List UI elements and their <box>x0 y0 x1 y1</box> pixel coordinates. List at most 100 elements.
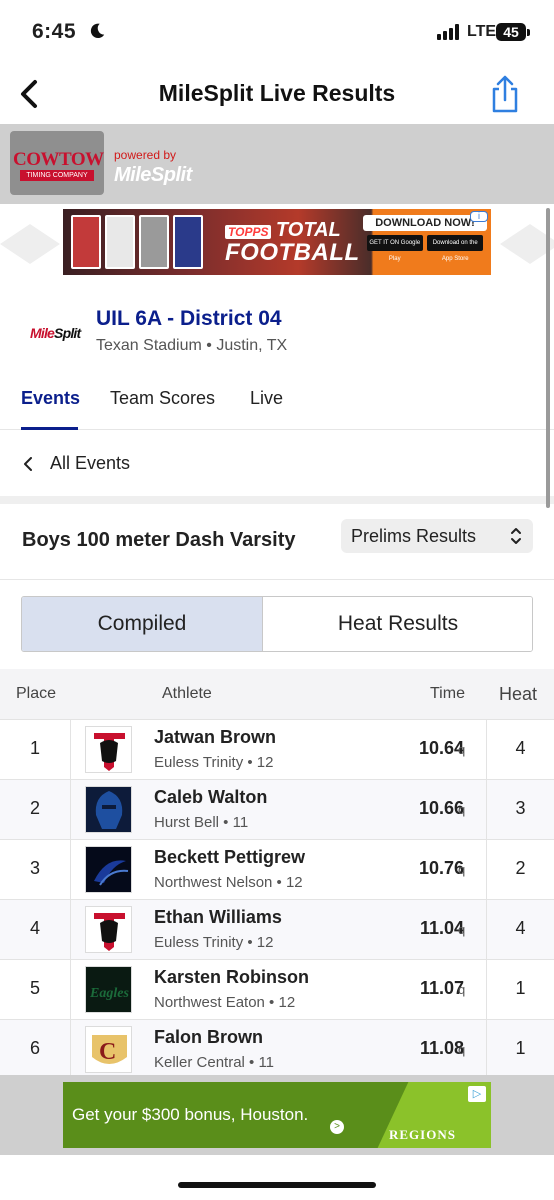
all-events-link[interactable]: All Events <box>0 430 554 496</box>
cell-place: 2 <box>29 798 40 818</box>
table-row[interactable]: 4 Ethan Williams Euless Trinity • 12 11.04 q… <box>0 899 554 960</box>
trojan-helmet-icon <box>85 906 132 953</box>
all-events-label: All Events <box>50 453 131 473</box>
nav-bar: MileSplit Live Results <box>0 66 554 124</box>
ad-download-block: DOWNLOAD NOW! GET IT ON Google Play Down… <box>363 215 487 265</box>
page-title: MileSplit Live Results <box>158 80 396 106</box>
cowtown-logo-text: COWTOWN <box>13 149 104 170</box>
segment-heat-results[interactable]: Heat Results <box>263 597 532 651</box>
ad-download-cta[interactable]: DOWNLOAD NOW! <box>363 215 487 231</box>
segment-compiled[interactable]: Compiled <box>22 597 263 651</box>
athlete-name[interactable]: Ethan Williams <box>154 907 282 928</box>
table-row[interactable]: 6 C Falon Brown Keller Central • 11 11.08 q 1 <box>0 1019 554 1075</box>
network-label: LTE <box>467 23 497 40</box>
qualifier-mark: q <box>458 802 466 817</box>
header-place: Place <box>16 685 57 702</box>
topps-ad[interactable]: TOPPS TOTAL FOOTBALL DOWNLOAD NOW! GET I… <box>63 209 491 275</box>
athlete-team-grade: Northwest Nelson • 12 <box>154 874 303 891</box>
share-icon[interactable] <box>488 74 522 114</box>
athlete-team-grade: Hurst Bell • 11 <box>154 814 249 831</box>
cell-heat: 1 <box>515 978 526 998</box>
nelson-logo-icon <box>85 846 132 893</box>
top-ad-container: TOPPS TOTAL FOOTBALL DOWNLOAD NOW! GET I… <box>0 204 554 282</box>
brand-banner: COWTOWN TIMING COMPANY powered by MileSp… <box>0 124 554 204</box>
cell-heat: 2 <box>515 858 526 878</box>
cell-heat: 4 <box>515 918 526 938</box>
tab-bar: Events Team Scores Live <box>0 372 554 430</box>
event-header: Boys 100 meter Dash Varsity Prelims Resu… <box>0 504 554 580</box>
tab-team-scores[interactable]: Team Scores <box>110 388 215 409</box>
athlete-name[interactable]: Beckett Pettigrew <box>154 847 305 868</box>
athlete-team-grade: Euless Trinity • 12 <box>154 754 274 771</box>
meet-header: MileSplit UIL 6A - District 04 Texan Sta… <box>0 282 554 372</box>
table-row[interactable]: 5 Eagles Karsten Robinson Northwest Eaton •… <box>0 959 554 1020</box>
ad-card <box>139 215 169 269</box>
signal-icon <box>437 24 459 40</box>
status-time: 6:45 <box>32 20 77 43</box>
athlete-team-grade: Euless Trinity • 12 <box>154 934 274 951</box>
battery-nub <box>527 29 530 36</box>
header-heat: Heat <box>499 684 538 704</box>
cell-time: 10.64 <box>418 738 464 758</box>
cell-time: 10.76 <box>418 858 464 878</box>
status-bar: 6:45 LTE 45 <box>0 0 554 66</box>
athlete-name[interactable]: Karsten Robinson <box>154 967 309 988</box>
arrow-right-icon[interactable]: > <box>330 1120 344 1134</box>
athlete-team-grade: Northwest Eaton • 12 <box>154 994 296 1011</box>
table-row[interactable]: 3 Beckett Pettigrew Northwest Nelson • 12 1… <box>0 839 554 900</box>
meet-venue: Texan Stadium • Justin, TX <box>96 337 288 354</box>
app-store-badge[interactable]: Download on the App Store <box>427 235 484 262</box>
cell-time: 11.07 <box>419 978 464 998</box>
round-select[interactable]: Prelims Results <box>341 519 533 553</box>
cell-heat: 1 <box>515 1038 526 1058</box>
tab-events[interactable]: Events <box>21 388 80 409</box>
athlete-name[interactable]: Caleb Walton <box>154 787 267 808</box>
battery-icon: 45 <box>496 23 526 41</box>
cell-heat: 3 <box>515 798 526 818</box>
svg-text:C: C <box>99 1039 116 1065</box>
results-view-toggle: Compiled Heat Results <box>21 596 533 652</box>
trojan-helmet-icon <box>85 726 132 773</box>
tab-live[interactable]: Live <box>250 388 283 409</box>
google-play-badge[interactable]: GET IT ON Google Play <box>366 235 423 262</box>
table-row[interactable]: 2 Caleb Walton Hurst Bell • 11 10.66 q 3 <box>0 779 554 840</box>
logo-part-b: Split <box>54 325 81 341</box>
ad-info-icon[interactable]: i <box>470 211 488 222</box>
cell-place: 5 <box>29 978 40 998</box>
cell-time: 10.66 <box>418 798 464 818</box>
knight-helmet-icon <box>85 786 132 833</box>
logo-part-a: Mile <box>30 325 55 341</box>
column-divider <box>70 900 71 960</box>
cell-place: 3 <box>29 858 40 878</box>
ad-card <box>173 215 203 269</box>
topps-brand: TOPPS <box>225 225 272 239</box>
milesplit-meet-logo: MileSplit <box>30 325 81 341</box>
cell-time: 11.04 <box>419 918 464 938</box>
athlete-name[interactable]: Jatwan Brown <box>154 727 276 748</box>
qualifier-mark: q <box>458 982 466 997</box>
regions-ad[interactable]: Get your $300 bonus, Houston. > REGIONS … <box>63 1082 491 1148</box>
section-divider <box>0 496 554 504</box>
table-row[interactable]: 1 Jatwan Brown Euless Trinity • 12 10.64 q 4 <box>0 719 554 780</box>
cell-place: 1 <box>29 738 40 758</box>
column-divider <box>70 840 71 900</box>
event-name: Boys 100 meter Dash Varsity <box>22 529 296 551</box>
meet-title[interactable]: UIL 6A - District 04 <box>96 307 282 331</box>
powered-by-label: powered by <box>114 148 177 162</box>
chevron-left-icon <box>24 457 32 471</box>
column-divider <box>70 960 71 1020</box>
ad-card <box>105 215 135 269</box>
ad-choices-icon[interactable]: ▷ <box>468 1086 486 1102</box>
home-indicator <box>178 1182 376 1188</box>
round-select-value: Prelims Results <box>351 526 477 546</box>
cell-time: 11.08 <box>419 1038 464 1058</box>
topps-ad-headline: TOPPS TOTAL FOOTBALL <box>225 219 365 265</box>
qualifier-mark: q <box>458 862 466 877</box>
column-divider <box>70 720 71 780</box>
cell-place: 6 <box>29 1038 40 1058</box>
athlete-name[interactable]: Falon Brown <box>154 1027 263 1048</box>
scrollbar[interactable] <box>546 208 550 508</box>
bottom-ad-text: Get your $300 bonus, Houston. <box>72 1105 309 1124</box>
chevron-up-down-icon <box>511 528 521 544</box>
header-time: Time <box>430 685 465 702</box>
